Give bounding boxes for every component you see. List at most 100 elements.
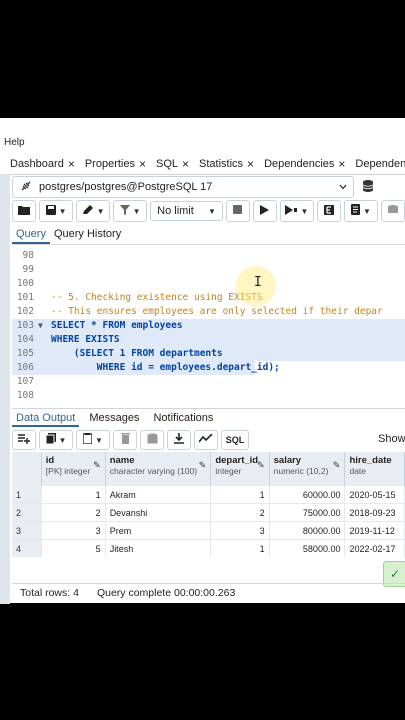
chevron-down-icon: ▼ bbox=[132, 206, 141, 216]
execute-button[interactable] bbox=[252, 200, 277, 222]
filter-icon bbox=[119, 204, 130, 218]
tab-label: Statistics bbox=[199, 158, 244, 170]
column-name: salary bbox=[273, 455, 302, 466]
line-number: 107 bbox=[16, 376, 34, 387]
column-header-hire-date[interactable]: hire_date date bbox=[344, 452, 405, 486]
row-number[interactable]: 1 bbox=[12, 486, 42, 504]
open-file-button[interactable] bbox=[12, 200, 36, 222]
close-icon[interactable]: × bbox=[139, 157, 146, 171]
line-chart-icon bbox=[198, 433, 213, 446]
fold-chevron-icon[interactable]: ▼ bbox=[38, 319, 43, 333]
chevron-down-icon: ▼ bbox=[58, 435, 67, 445]
status-bar: Total rows: 4 Query complete 00:00:00.26… bbox=[12, 583, 405, 601]
explain-analyze-button[interactable] bbox=[316, 200, 341, 222]
copy-button[interactable]: ▼ bbox=[39, 430, 73, 450]
cell-depart-id[interactable]: 2 bbox=[210, 503, 270, 522]
sql-button[interactable]: SQL bbox=[221, 430, 249, 450]
paste-button[interactable]: ▼ bbox=[76, 430, 110, 450]
cell-name[interactable]: Akram bbox=[105, 486, 212, 504]
connection-select[interactable]: postgres/postgres@PostgreSQL 17 bbox=[12, 176, 354, 198]
text-cursor-icon: I bbox=[254, 275, 262, 290]
clipboard-icon bbox=[82, 433, 93, 447]
cell-depart-id[interactable]: 1 bbox=[210, 539, 270, 557]
tab-statistics[interactable]: Statistics × bbox=[193, 154, 258, 174]
table-row[interactable]: 4 5 Jitesh 1 58000.00 2022-02-17 bbox=[12, 539, 405, 557]
line-number: 100 bbox=[16, 278, 34, 289]
download-button[interactable] bbox=[167, 430, 191, 450]
database-icon[interactable] bbox=[358, 177, 378, 195]
chevron-down-icon bbox=[333, 182, 353, 193]
row-number[interactable]: 3 bbox=[12, 521, 42, 540]
close-icon[interactable]: × bbox=[182, 157, 189, 171]
tab-query[interactable]: Query bbox=[12, 226, 50, 244]
cell-hire-date[interactable]: 2022-02-17 bbox=[344, 539, 405, 557]
output-toolbar: ▼ ▼ SQL bbox=[12, 430, 405, 450]
explain-button[interactable]: ▼ bbox=[279, 200, 314, 222]
commit-button[interactable]: ▼ bbox=[343, 200, 378, 222]
cell-hire-date[interactable]: 2018-09-23 bbox=[344, 503, 405, 522]
play-step-icon bbox=[285, 204, 298, 218]
tab-dependencies[interactable]: Dependencies × bbox=[258, 154, 349, 174]
chevron-down-icon: ▼ bbox=[96, 206, 105, 216]
chevron-down-icon: ▼ bbox=[300, 206, 309, 216]
column-header-id[interactable]: id [PK] integer ✎ bbox=[41, 452, 106, 486]
cell-hire-date[interactable]: 2020-05-15 bbox=[344, 486, 405, 504]
limit-select[interactable]: No limit ▼ bbox=[150, 201, 223, 221]
tab-dashboard[interactable]: Dashboard × bbox=[0, 154, 79, 174]
editor-line: 108 bbox=[12, 389, 405, 403]
column-header-depart-id[interactable]: depart_id integer ✎ bbox=[210, 452, 270, 486]
line-number: 105 bbox=[16, 348, 34, 359]
save-button[interactable]: ▼ bbox=[39, 200, 74, 222]
cell-depart-id[interactable]: 3 bbox=[210, 521, 270, 540]
database-gear-icon bbox=[387, 204, 399, 219]
tab-data-output[interactable]: Data Output bbox=[12, 409, 80, 427]
delete-button[interactable] bbox=[113, 430, 137, 450]
close-icon[interactable]: × bbox=[338, 157, 345, 171]
pencil-icon: ✎ bbox=[198, 460, 207, 470]
tab-sql[interactable]: SQL × bbox=[150, 154, 193, 174]
filter-button[interactable]: ▼ bbox=[113, 200, 148, 222]
column-header-name[interactable]: name character varying (100) ✎ bbox=[105, 452, 212, 486]
cell-salary[interactable]: 60000.00 bbox=[269, 486, 346, 504]
pencil-icon: ✎ bbox=[257, 460, 265, 470]
macros-button[interactable] bbox=[380, 200, 405, 222]
code-keyword: WHERE id = employees.depart_id); bbox=[51, 362, 280, 373]
cell-id[interactable]: 1 bbox=[41, 486, 106, 504]
tab-query-history[interactable]: Query History bbox=[50, 226, 125, 244]
table-row[interactable]: 2 2 Devanshi 2 75000.00 2018-09-23 bbox=[12, 503, 405, 522]
add-row-button[interactable] bbox=[12, 430, 36, 450]
stop-button[interactable] bbox=[225, 200, 250, 222]
table-row[interactable]: 1 1 Akram 1 60000.00 2020-05-15 bbox=[12, 486, 405, 504]
cell-salary[interactable]: 80000.00 bbox=[269, 521, 346, 540]
cell-hire-date[interactable]: 2019-11-12 bbox=[344, 521, 405, 540]
save-icon bbox=[45, 204, 56, 218]
cell-name[interactable]: Prem bbox=[105, 521, 212, 540]
editor-line: 102 -- This ensures employees are only se… bbox=[12, 305, 405, 319]
save-data-button[interactable] bbox=[140, 430, 164, 450]
edit-button[interactable]: ▼ bbox=[76, 200, 111, 222]
tab-messages[interactable]: Messages bbox=[85, 409, 143, 427]
row-number[interactable]: 4 bbox=[12, 539, 42, 557]
cell-name[interactable]: Jitesh bbox=[105, 539, 212, 557]
sql-editor[interactable]: 98 99 100 101 -- 5. Checking existence us… bbox=[12, 249, 405, 401]
editor-line-selected: 105 (SELECT 1 FROM departments bbox=[12, 347, 405, 361]
cell-name[interactable]: Devanshi bbox=[105, 503, 212, 522]
column-header-salary[interactable]: salary numeric (10,2) ✎ bbox=[269, 452, 346, 486]
close-icon[interactable]: × bbox=[247, 157, 254, 171]
table-row[interactable]: 3 3 Prem 3 80000.00 2019-11-12 bbox=[12, 521, 405, 540]
tab-label: Properties bbox=[84, 158, 135, 170]
cell-salary[interactable]: 58000.00 bbox=[269, 539, 346, 557]
tab-dependents[interactable]: Dependents× bbox=[349, 154, 405, 174]
menu-help[interactable]: Help bbox=[4, 137, 405, 151]
cell-id[interactable]: 3 bbox=[41, 521, 106, 540]
graph-button[interactable] bbox=[194, 430, 218, 450]
cell-depart-id[interactable]: 1 bbox=[210, 486, 270, 504]
cell-id[interactable]: 5 bbox=[41, 539, 106, 557]
line-number: 102 bbox=[16, 306, 34, 317]
tab-notifications[interactable]: Notifications bbox=[149, 409, 217, 427]
row-number[interactable]: 2 bbox=[12, 503, 42, 522]
cell-id[interactable]: 2 bbox=[41, 503, 106, 522]
cell-salary[interactable]: 75000.00 bbox=[269, 503, 346, 522]
close-icon[interactable]: × bbox=[68, 157, 75, 171]
tab-properties[interactable]: Properties × bbox=[79, 154, 150, 174]
